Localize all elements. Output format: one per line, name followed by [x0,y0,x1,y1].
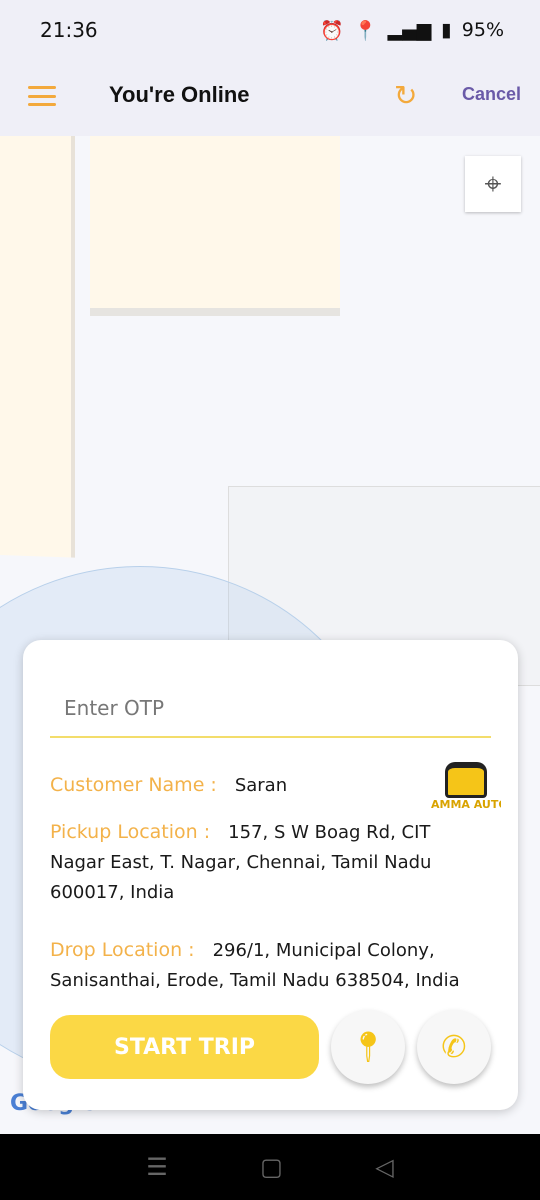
app-bar: You're Online ↻ Cancel [0,60,540,136]
location-icon: 📍 [353,19,378,42]
refresh-icon[interactable]: ↻ [394,82,417,110]
drop-label: Drop Location : [50,939,195,961]
phone-icon: ✆ [441,1029,467,1065]
customer-name: Saran [234,775,288,796]
crosshair-icon: ⌖ [484,166,502,202]
battery-icon: ▮ [441,19,452,41]
start-trip-button[interactable]: START TRIP [50,1015,319,1079]
customer-label: Customer Name : [50,774,217,796]
system-nav-bar: ☰ ▢ ◁ [0,1134,540,1200]
drop-row: Drop Location :296/1, Municipal Colony, … [50,935,480,996]
status-bar: 21:36 ⏰ 📍 ▂▄▆ ▮ 95% [0,0,540,60]
otp-input[interactable] [50,680,491,738]
back-icon[interactable]: ◁ [375,1153,393,1181]
pickup-label: Pickup Location : [50,821,211,843]
map-pin-icon: 📍︎ [348,1029,388,1065]
navigate-button[interactable]: 📍︎ [331,1010,405,1084]
signal-icon: ▂▄▆ [387,19,432,41]
page-title: You're Online [109,82,250,107]
alarm-icon: ⏰ [320,19,344,42]
amma-auto-logo: AMMA AUTO [431,762,501,818]
battery-level: 95% [461,19,504,41]
hamburger-icon[interactable] [28,86,56,106]
cancel-button[interactable]: Cancel [462,84,521,105]
pickup-row: Pickup Location :157, S W Boag Rd, CIT N… [50,817,470,908]
call-button[interactable]: ✆ [417,1010,491,1084]
my-location-button[interactable]: ⌖ [465,156,521,212]
clock: 21:36 [40,18,98,42]
home-icon[interactable]: ▢ [260,1153,283,1181]
auto-rickshaw-icon [445,762,487,798]
customer-row: Customer Name : Saran [50,770,470,801]
logo-text: AMMA AUTO [431,798,501,811]
map-building [0,136,75,558]
trip-card: Customer Name : Saran AMMA AUTO Pickup Lo… [23,640,518,1110]
recents-icon[interactable]: ☰ [146,1153,168,1181]
map-building [90,136,340,316]
